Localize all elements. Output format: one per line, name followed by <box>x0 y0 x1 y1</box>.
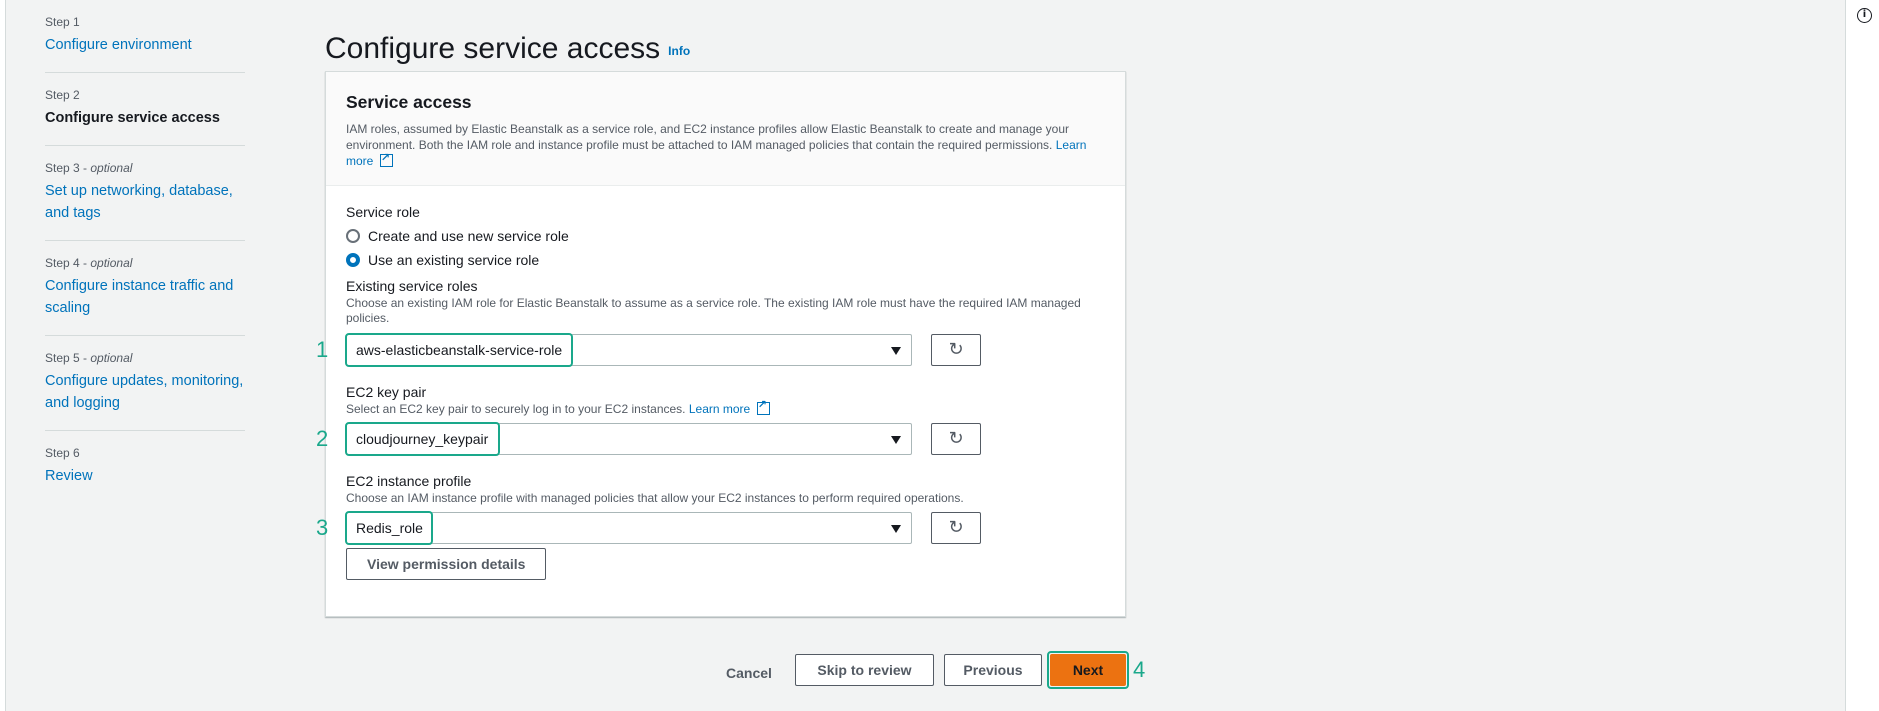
radio-create-new-role[interactable]: Create and use new service role <box>346 228 1105 244</box>
step-number: Step 6 <box>45 446 80 460</box>
refresh-icon: ↻ <box>948 428 964 448</box>
caret-down-icon <box>891 525 901 533</box>
step-number: Step 5 - optional <box>45 351 133 365</box>
step-6: Step 6 Review <box>45 445 245 503</box>
step-link-instance-traffic[interactable]: Configure instance traffic and scaling <box>45 275 245 319</box>
external-link-icon <box>379 150 393 167</box>
optional-label: optional <box>90 256 133 270</box>
key-pair-description: Select an EC2 key pair to securely log i… <box>346 398 1105 417</box>
right-rail: i <box>1845 0 1879 711</box>
existing-roles-label: Existing service roles <box>346 278 478 294</box>
panel-title: Service access <box>346 92 472 112</box>
caret-down-icon <box>891 436 901 444</box>
optional-label: optional <box>90 351 133 365</box>
radio-button[interactable] <box>346 229 360 243</box>
annotation-number-3: 3 <box>316 515 329 540</box>
step-link-networking[interactable]: Set up networking, database, and tags <box>45 180 245 224</box>
service-role-label: Service role <box>346 204 420 220</box>
key-pair-label: EC2 key pair <box>346 384 427 400</box>
radio-label: Use an existing service role <box>368 252 540 268</box>
instance-profile-row: Redis_role 3 ↻ <box>316 511 1105 545</box>
refresh-icon: ↻ <box>948 517 964 537</box>
panel-header: Service access IAM roles, assumed by Ela… <box>326 72 1125 186</box>
instance-profile-description: Choose an IAM instance profile with mana… <box>346 491 964 505</box>
radio-use-existing-role[interactable]: Use an existing service role <box>346 252 1105 268</box>
annotation-box-1 <box>345 333 573 367</box>
refresh-roles-button[interactable]: ↻ <box>931 334 981 366</box>
key-pair-learn-more-link[interactable]: Learn more <box>689 402 750 416</box>
info-link[interactable]: Info <box>668 44 690 58</box>
annotation-number-2: 2 <box>316 426 329 451</box>
panel-body: Service role Create and use new service … <box>316 186 1125 598</box>
page-title: Configure service access Info <box>325 32 691 66</box>
step-current-configure-service-access: Configure service access <box>45 110 220 126</box>
refresh-profiles-button[interactable]: ↻ <box>931 512 981 544</box>
cancel-button[interactable]: Cancel <box>716 659 782 687</box>
step-number: Step 4 - optional <box>45 256 133 270</box>
instance-profile-label: EC2 instance profile <box>346 473 472 489</box>
app-frame: i Step 1 Configure environment Step 2 Co… <box>0 0 1879 711</box>
optional-label: optional <box>90 161 133 175</box>
step-link-configure-environment[interactable]: Configure environment <box>45 34 245 56</box>
annotation-box-2 <box>345 422 500 456</box>
key-pair-row: cloudjourney_keypair 2 ↻ <box>316 422 1105 456</box>
skip-to-review-button[interactable]: Skip to review <box>795 654 934 686</box>
step-number: Step 1 <box>45 15 80 29</box>
annotation-box-3 <box>345 511 433 545</box>
step-2: Step 2 Configure service access <box>45 87 245 146</box>
existing-roles-row: aws-elasticbeanstalk-service-role 1 ↻ <box>316 333 1105 367</box>
service-access-panel: Service access IAM roles, assumed by Ela… <box>316 71 1126 617</box>
caret-down-icon <box>891 347 901 355</box>
refresh-icon: ↻ <box>948 339 964 359</box>
step-3: Step 3 - optional Set up networking, dat… <box>45 160 245 241</box>
previous-button[interactable]: Previous <box>944 654 1042 686</box>
view-permission-details-button[interactable]: View permission details <box>346 548 547 580</box>
step-4: Step 4 - optional Configure instance tra… <box>45 255 245 336</box>
next-button[interactable]: Next <box>1050 654 1126 686</box>
info-icon[interactable]: i <box>1857 8 1872 23</box>
annotation-number-1: 1 <box>316 337 329 362</box>
step-number: Step 3 - optional <box>45 161 133 175</box>
left-border <box>5 0 6 711</box>
step-5: Step 5 - optional Configure updates, mon… <box>45 350 245 431</box>
step-number: Step 2 <box>45 88 80 102</box>
radio-button-selected[interactable] <box>346 253 360 267</box>
step-1: Step 1 Configure environment <box>45 14 245 73</box>
wizard-steps: Step 1 Configure environment Step 2 Conf… <box>45 14 245 517</box>
step-link-updates-monitoring[interactable]: Configure updates, monitoring, and loggi… <box>45 370 245 414</box>
radio-label: Create and use new service role <box>368 228 569 244</box>
annotation-number-4: 4 <box>1133 657 1146 682</box>
external-link-icon <box>756 398 770 415</box>
panel-description: IAM roles, assumed by Elastic Beanstalk … <box>346 121 1105 169</box>
step-link-review[interactable]: Review <box>45 465 245 487</box>
refresh-key-pairs-button[interactable]: ↻ <box>931 423 981 455</box>
existing-roles-description: Choose an existing IAM role for Elastic … <box>346 296 1081 325</box>
